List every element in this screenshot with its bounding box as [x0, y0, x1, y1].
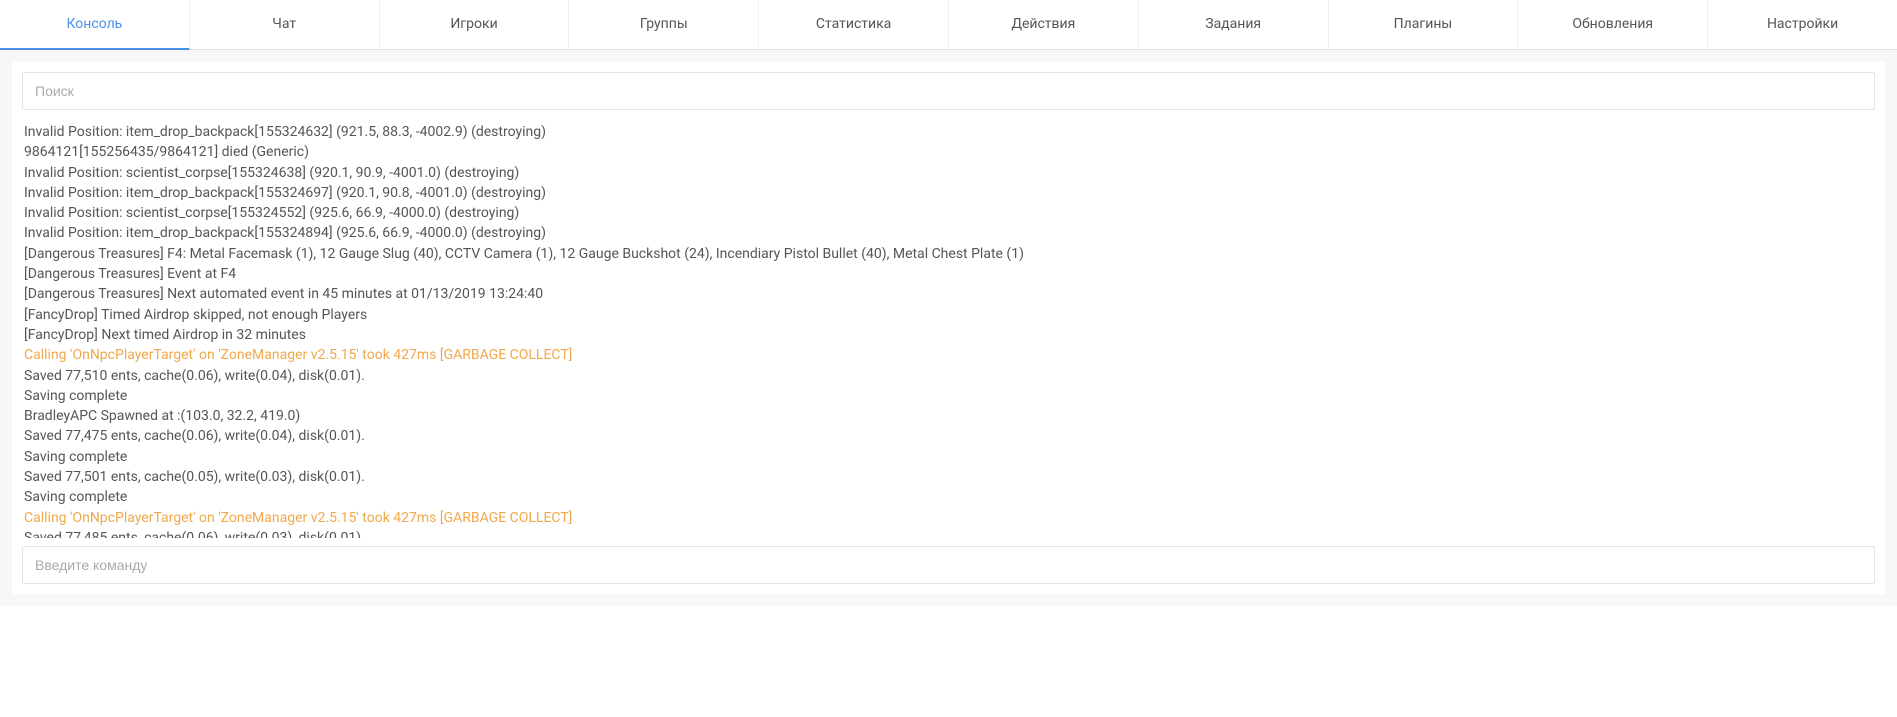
- console-line: Saved 77,475 ents, cache(0.06), write(0.…: [24, 426, 1873, 446]
- tab-chat[interactable]: Чат: [190, 0, 380, 49]
- tab-console[interactable]: Консоль: [0, 0, 190, 50]
- console-line: Calling 'OnNpcPlayerTarget' on 'ZoneMana…: [24, 345, 1873, 365]
- console-line: Saved 77,510 ents, cache(0.06), write(0.…: [24, 366, 1873, 386]
- tab-plugins[interactable]: Плагины: [1329, 0, 1519, 49]
- console-line: 9864121[155256435/9864121] died (Generic…: [24, 142, 1873, 162]
- content-inner: Invalid Position: item_drop_backpack[155…: [12, 62, 1885, 594]
- tab-statistics[interactable]: Статистика: [759, 0, 949, 49]
- console-line: Invalid Position: scientist_corpse[15532…: [24, 163, 1873, 183]
- console-line: [FancyDrop] Timed Airdrop skipped, not e…: [24, 305, 1873, 325]
- console-line: [Dangerous Treasures] Next automated eve…: [24, 284, 1873, 304]
- tab-groups[interactable]: Группы: [569, 0, 759, 49]
- console-line: BradleyAPC Spawned at :(103.0, 32.2, 419…: [24, 406, 1873, 426]
- console-line: Saved 77,485 ents, cache(0.06), write(0.…: [24, 528, 1873, 538]
- console-line: Invalid Position: item_drop_backpack[155…: [24, 183, 1873, 203]
- console-line: [Dangerous Treasures] F4: Metal Facemask…: [24, 244, 1873, 264]
- command-input[interactable]: [22, 546, 1875, 584]
- tab-updates[interactable]: Обновления: [1518, 0, 1708, 49]
- tab-bar: Консоль Чат Игроки Группы Статистика Дей…: [0, 0, 1897, 50]
- console-line: Saving complete: [24, 487, 1873, 507]
- console-line: [Dangerous Treasures] Event at F4: [24, 264, 1873, 284]
- tab-tasks[interactable]: Задания: [1139, 0, 1329, 49]
- console-line: Invalid Position: item_drop_backpack[155…: [24, 223, 1873, 243]
- console-line: Calling 'OnNpcPlayerTarget' on 'ZoneMana…: [24, 508, 1873, 528]
- tab-players[interactable]: Игроки: [380, 0, 570, 49]
- console-line: Invalid Position: item_drop_backpack[155…: [24, 122, 1873, 142]
- console-line: Saving complete: [24, 447, 1873, 467]
- console-line: [FancyDrop] Next timed Airdrop in 32 min…: [24, 325, 1873, 345]
- console-line: Saving complete: [24, 386, 1873, 406]
- console-line: Invalid Position: scientist_corpse[15532…: [24, 203, 1873, 223]
- search-input[interactable]: [22, 72, 1875, 110]
- console-line: Saved 77,501 ents, cache(0.05), write(0.…: [24, 467, 1873, 487]
- content-area: Invalid Position: item_drop_backpack[155…: [0, 50, 1897, 606]
- tab-settings[interactable]: Настройки: [1708, 0, 1897, 49]
- console-output[interactable]: Invalid Position: item_drop_backpack[155…: [22, 118, 1875, 538]
- tab-actions[interactable]: Действия: [949, 0, 1139, 49]
